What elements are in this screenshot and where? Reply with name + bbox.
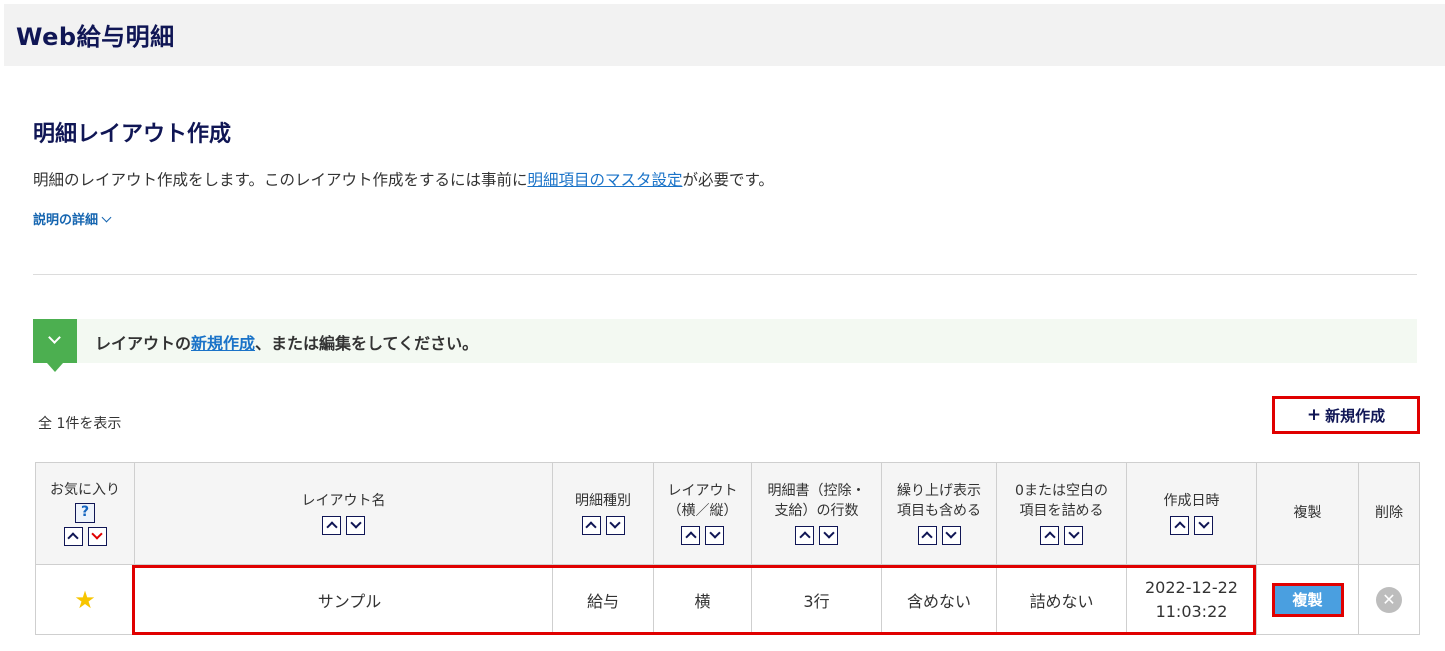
copy-button[interactable]: 複製 [1271,582,1344,617]
description-suffix: が必要です。 [682,171,774,189]
app-header: Web給与明細 [4,4,1445,66]
new-create-label: 新規作成 [1325,406,1386,425]
instruction-prefix: レイアウトの [95,334,192,353]
layout-table: お気に入り ? レイアウト名 明細種別 レイアウト （横／縦） 明細書（控除・ … [35,462,1420,635]
page-title: 明細レイアウト作成 [33,122,232,147]
sort-desc-icon[interactable] [705,525,724,545]
sort-asc-icon[interactable] [322,515,341,535]
created-time: 11:03:22 [1155,601,1228,621]
sort-desc-icon[interactable] [1194,515,1213,535]
sort-asc-icon[interactable] [795,525,814,545]
star-icon[interactable]: ★ [74,586,96,614]
layout-name[interactable]: サンプル [134,564,553,635]
header-blank-line1: 0または空白の [1015,483,1108,500]
header-created: 作成日時 [1126,462,1257,565]
header-rows: 明細書（控除・ 支給）の行数 [751,462,882,565]
header-layout-line2: （横／縦） [667,503,738,519]
copy-cell: 複製 [1256,564,1359,635]
header-name: レイアウト名 [134,462,553,565]
close-icon[interactable]: ✕ [1376,586,1402,613]
header-rows-line1: 明細書（控除・ [767,483,866,500]
instruction-box: レイアウトの新規作成、または編集をしてください。 [33,319,1417,372]
header-created-label: 作成日時 [1163,493,1220,510]
sort-asc-icon[interactable] [681,525,700,545]
plus-icon: + [1306,405,1322,425]
rows-cell: 3行 [751,564,882,635]
header-roundup: 繰り上げ表示 項目も含める [881,462,997,565]
details-toggle[interactable]: 説明の詳細 [33,209,112,228]
table-header-row: お気に入り ? レイアウト名 明細種別 レイアウト （横／縦） 明細書（控除・ … [35,462,1420,565]
master-settings-link[interactable]: 明細項目のマスタ設定 [527,171,682,189]
details-toggle-label: 説明の詳細 [33,213,99,228]
sort-asc-icon[interactable] [1170,515,1189,535]
header-favorite-label: お気に入り [50,482,120,499]
page-description: 明細のレイアウト作成をします。このレイアウト作成をするには事前に明細項目のマスタ… [33,168,774,190]
type-cell: 給与 [552,564,654,635]
header-rows-line2: 支給）の行数 [774,503,859,519]
header-type: 明細種別 [552,462,654,565]
sort-asc-icon[interactable] [1040,525,1059,545]
divider [33,274,1417,275]
instruction-suffix: 、または編集をしてください。 [255,334,479,353]
roundup-cell: 含めない [881,564,997,635]
sort-asc-icon[interactable] [917,525,937,545]
description-prefix: 明細のレイアウト作成をします。このレイアウト作成をするには事前に [33,171,528,189]
chevron-down-icon [33,319,77,372]
sort-desc-icon[interactable] [346,515,365,535]
sort-asc-icon[interactable] [581,515,601,535]
header-blank: 0または空白の 項目を詰める [996,462,1127,565]
record-count: 全 1件を表示 [38,416,122,432]
instruction-text: レイアウトの新規作成、または編集をしてください。 [95,330,478,354]
header-type-label: 明細種別 [575,493,631,510]
header-roundup-line1: 繰り上げ表示 [897,483,981,500]
sort-asc-icon[interactable] [63,526,83,546]
sort-desc-icon[interactable] [941,525,961,545]
header-blank-line2: 項目を詰める [1019,503,1104,519]
help-icon[interactable]: ? [75,502,95,523]
table-row[interactable]: ★ サンプル 給与 横 3行 含めない 詰めない 2022-12-22 11:0… [35,564,1420,635]
favorite-cell: ★ [35,564,135,635]
header-copy: 複製 [1256,462,1359,565]
header-roundup-line2: 項目も含める [897,503,981,519]
header-favorite: お気に入り ? [35,462,135,565]
created-date: 2022-12-22 [1145,577,1238,597]
header-layout: レイアウト （横／縦） [653,462,752,565]
app-title: Web給与明細 [16,23,175,51]
sort-desc-icon[interactable] [87,526,107,546]
sort-desc-icon[interactable] [605,515,625,535]
new-create-link[interactable]: 新規作成 [191,334,255,353]
sort-desc-icon[interactable] [819,525,838,545]
layout-cell: 横 [653,564,752,635]
sort-desc-icon[interactable] [1064,525,1083,545]
blank-cell: 詰めない [996,564,1127,635]
chevron-down-icon [101,212,112,223]
header-delete: 削除 [1358,462,1420,565]
header-layout-line1: レイアウト [667,483,738,500]
new-create-button[interactable]: + 新規作成 [1272,396,1420,434]
header-name-label: レイアウト名 [301,493,386,510]
delete-cell: ✕ [1358,564,1420,635]
created-cell: 2022-12-22 11:03:22 [1126,564,1257,635]
